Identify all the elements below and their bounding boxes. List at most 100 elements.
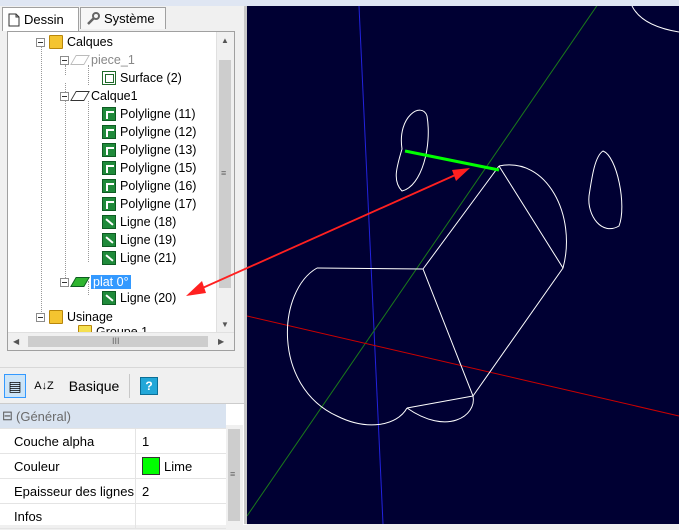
polyline-icon: [102, 125, 116, 139]
property-row-infos[interactable]: Infos: [0, 504, 226, 529]
collapse-toggle[interactable]: [60, 55, 69, 65]
property-row-couleur[interactable]: Couleur Lime: [0, 454, 226, 479]
arc-shape: [631, 5, 679, 33]
tree-node-label: Polyligne (15): [120, 161, 197, 175]
tree-node-ligne-20[interactable]: Ligne (20): [102, 289, 176, 307]
property-row-epaisseur[interactable]: Epaisseur des lignes 2: [0, 479, 226, 504]
tree-node-polyligne-15[interactable]: Polyligne (15): [102, 159, 196, 177]
property-value-text: 2: [142, 483, 150, 499]
property-scrollbar[interactable]: ≡: [226, 425, 243, 525]
tree-node-label: Polyligne (12): [120, 125, 197, 139]
tree-node-ligne-18[interactable]: Ligne (18): [102, 213, 176, 231]
help-icon: ?: [145, 379, 153, 393]
tree-node-calque1[interactable]: Calque1: [60, 87, 138, 105]
tree-node-label: Polyligne (17): [120, 197, 197, 211]
collapse-toggle[interactable]: [36, 312, 45, 322]
tree-node-label: Polyligne (13): [120, 143, 197, 157]
tree-node-label: Calques: [67, 35, 113, 49]
tree-node-polyligne-12[interactable]: Polyligne (12): [102, 123, 196, 141]
tab-systeme[interactable]: Système: [80, 7, 166, 29]
tree-node-polyligne-16[interactable]: Polyligne (16): [102, 177, 196, 195]
tree-node-label: plat 0°: [91, 275, 131, 289]
wrench-icon: [87, 11, 100, 25]
tree-node-ligne-19[interactable]: Ligne (19): [102, 231, 176, 249]
tree-node-polyligne-13[interactable]: Polyligne (13): [102, 141, 196, 159]
tree-node-label: Polyligne (11): [120, 107, 196, 121]
tree-node-label: Usinage: [67, 310, 113, 324]
scroll-grip-icon: III: [112, 336, 120, 346]
scroll-down-arrow-icon[interactable]: ▼: [221, 320, 229, 329]
scroll-left-arrow-icon[interactable]: ◀: [13, 337, 19, 346]
help-button[interactable]: ?: [140, 377, 158, 395]
polyline-icon: [102, 179, 116, 193]
polyline-icon: [102, 143, 116, 157]
surface-icon: [102, 71, 116, 85]
line-icon: [102, 233, 116, 247]
tree-view[interactable]: Calques piece_1 Surface (2) Calque1 Poly…: [7, 31, 235, 351]
scroll-up-arrow-icon[interactable]: ▲: [221, 36, 229, 45]
property-key: Epaisseur des lignes: [0, 479, 136, 503]
property-category-general[interactable]: ⊟ (Général): [0, 404, 226, 429]
property-row-couche-alpha[interactable]: Couche alpha 1: [0, 429, 226, 454]
alphabetical-button[interactable]: A↓Z: [33, 374, 55, 398]
folder-icon: [49, 310, 63, 324]
tree-node-ligne-21[interactable]: Ligne (21): [102, 249, 176, 267]
property-value[interactable]: 1: [136, 434, 149, 449]
layer-icon: [70, 91, 90, 101]
basique-label: Basique: [68, 378, 120, 394]
tree-node-label: Surface (2): [120, 71, 182, 85]
axis-x-line: [246, 315, 679, 417]
polyline-icon: [102, 197, 116, 211]
tab-dessin[interactable]: Dessin: [2, 7, 79, 31]
property-value[interactable]: 2: [136, 484, 149, 499]
property-value[interactable]: Lime: [136, 457, 192, 475]
selected-edge-line: [404, 149, 500, 172]
layer-icon: [70, 55, 90, 65]
property-key: Couche alpha: [0, 429, 136, 453]
axis-y-line: [358, 5, 384, 525]
collapse-toggle[interactable]: [60, 91, 69, 101]
tree-node-surface[interactable]: Surface (2): [102, 69, 182, 87]
line-icon: [102, 215, 116, 229]
collapse-toggle[interactable]: [36, 37, 45, 47]
property-value-text: 1: [142, 433, 150, 449]
color-swatch: [142, 457, 160, 475]
tree-node-label: Ligne (21): [120, 251, 177, 265]
polyline-icon: [102, 107, 116, 121]
tree-vertical-scrollbar[interactable]: ▲ ≡ ▼: [216, 32, 234, 334]
scroll-right-arrow-icon[interactable]: ▶: [218, 337, 224, 346]
tree-node-label: Ligne (18): [120, 215, 177, 229]
sort-alpha-icon: A↓Z: [34, 380, 54, 392]
tree-node-label: piece_1: [91, 53, 135, 67]
tree-node-label: Ligne (20): [120, 291, 177, 305]
scroll-thumb[interactable]: III: [28, 336, 208, 347]
line-icon: [102, 251, 116, 265]
tree-node-label: Ligne (19): [120, 233, 177, 247]
scroll-grip-icon: ≡: [230, 469, 236, 479]
property-value-text: Lime: [164, 458, 193, 474]
basique-button[interactable]: Basique: [64, 374, 124, 398]
tab-dessin-label: Dessin: [24, 12, 64, 27]
drawing-canvas[interactable]: [246, 0, 679, 525]
scroll-thumb[interactable]: ≡: [219, 60, 231, 288]
scroll-thumb[interactable]: ≡: [228, 429, 240, 521]
tree-horizontal-scrollbar[interactable]: ◀ III ▶: [8, 332, 234, 350]
drawing-svg: [246, 0, 679, 525]
collapse-toggle[interactable]: [60, 277, 69, 287]
tree-node-polyligne-17[interactable]: Polyligne (17): [102, 195, 196, 213]
categorized-icon: ▤: [8, 377, 22, 394]
tree-node-piece[interactable]: piece_1: [60, 51, 135, 69]
property-key: Couleur: [0, 454, 136, 478]
tree-node-calques[interactable]: Calques: [36, 33, 113, 51]
layer-icon: [70, 277, 90, 287]
tab-systeme-label: Système: [104, 11, 155, 26]
toolbar-separator: [129, 374, 130, 398]
tree-node-usinage[interactable]: Usinage: [36, 308, 113, 326]
line-icon: [102, 291, 116, 305]
tree-node-polyligne-11[interactable]: Polyligne (11): [102, 105, 196, 123]
property-toolbar: ▤ A↓Z Basique ?: [0, 367, 247, 404]
categorized-button[interactable]: ▤: [4, 374, 26, 398]
category-collapse-icon[interactable]: ⊟: [0, 408, 14, 424]
property-grid: ⊟ (Général) Couche alpha 1 Couleur Lime …: [0, 403, 247, 529]
tree-node-label: Polyligne (16): [120, 179, 197, 193]
